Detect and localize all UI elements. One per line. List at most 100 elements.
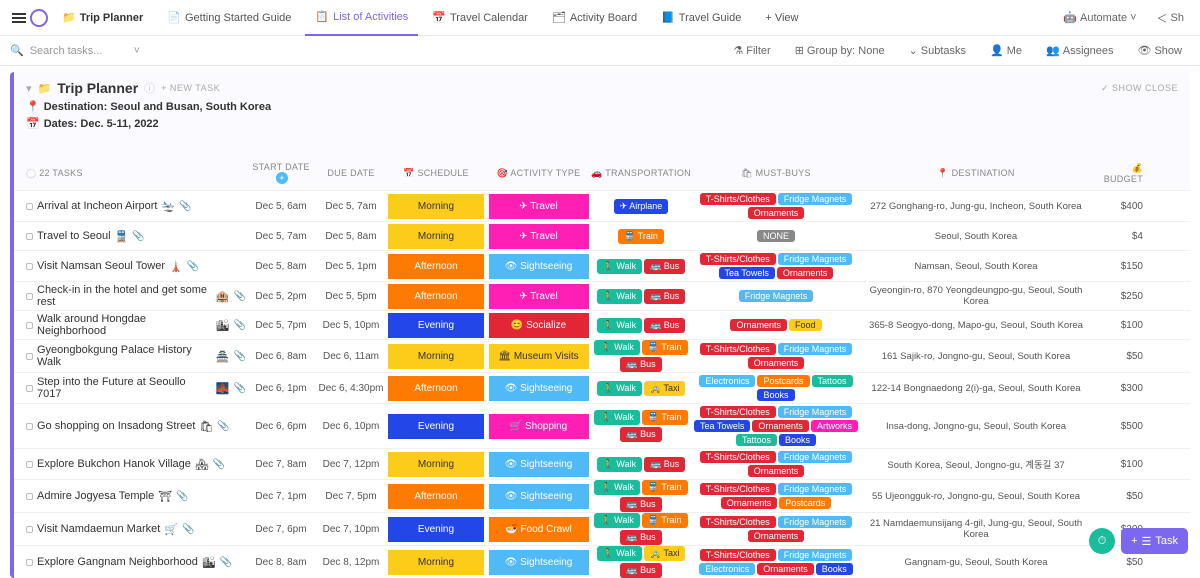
transport-cell[interactable]: 🚆 Train — [591, 229, 691, 244]
task-row[interactable]: Gyeongbokgung Palace History Walk 🏯 📎Dec… — [14, 339, 1190, 372]
transport-pill[interactable]: 🚶 Walk — [597, 318, 642, 333]
mustbuy-cell[interactable]: T-Shirts/ClothesFridge MagnetsOrnamentsP… — [691, 481, 861, 511]
transport-pill[interactable]: 🚕 Taxi — [644, 546, 686, 561]
start-date-cell[interactable]: Dec 5, 7pm — [246, 320, 316, 331]
transport-pill[interactable]: 🚶 Walk — [594, 340, 639, 355]
mustbuy-pill[interactable]: T-Shirts/Clothes — [700, 516, 776, 528]
main-tab-trip-planner[interactable]: 📁 Trip Planner — [52, 0, 153, 36]
mustbuy-pill[interactable]: Fridge Magnets — [778, 253, 853, 265]
mustbuy-pill[interactable]: Food — [789, 319, 822, 331]
destination-cell[interactable]: 161 Sajik-ro, Jongno-gu, Seoul, South Ko… — [861, 351, 1091, 362]
schedule-cell[interactable]: Morning — [386, 194, 486, 219]
start-date-cell[interactable]: Dec 6, 8am — [246, 351, 316, 362]
transport-pill[interactable]: 🚆 Train — [642, 480, 688, 495]
transport-pill[interactable]: 🚌 Bus — [620, 530, 661, 545]
status-dot[interactable] — [26, 423, 33, 430]
mustbuy-pill[interactable]: T-Shirts/Clothes — [700, 253, 776, 265]
status-dot[interactable] — [26, 385, 33, 392]
transport-pill[interactable]: 🚶 Walk — [597, 259, 642, 274]
transport-cell[interactable]: 🚶 Walk🚆 Train🚌 Bus — [591, 480, 691, 512]
task-row[interactable]: Explore Gangnam Neighborhood 🏙 📎Dec 8, 8… — [14, 545, 1190, 578]
transport-pill[interactable]: 🚶 Walk — [594, 410, 639, 425]
mustbuy-pill[interactable]: Tea Towels — [719, 267, 775, 279]
task-name-cell[interactable]: Admire Jogyesa Temple ⛩ 📎 — [26, 490, 246, 503]
attachment-icon[interactable]: 📎 — [220, 557, 232, 568]
transport-pill[interactable]: ✈ Airplane — [614, 199, 669, 214]
transport-pill[interactable]: 🚌 Bus — [644, 259, 685, 274]
task-row[interactable]: Visit Namsan Seoul Tower 🗼 📎Dec 5, 8amDe… — [14, 250, 1190, 281]
transport-pill[interactable]: 🚆 Train — [642, 410, 688, 425]
start-date-cell[interactable]: Dec 5, 6am — [246, 201, 316, 212]
mustbuy-pill[interactable]: Electronics — [699, 563, 755, 575]
task-name-cell[interactable]: Arrival at Incheon Airport 🛬 📎 — [26, 200, 246, 213]
attachment-icon[interactable]: 📎 — [182, 524, 194, 535]
due-date-cell[interactable]: Dec 5, 10pm — [316, 320, 386, 331]
activity-cell[interactable]: 👁 Sightseeing — [486, 484, 591, 509]
attachment-icon[interactable]: 📎 — [234, 291, 246, 302]
transport-cell[interactable]: 🚶 Walk🚆 Train🚌 Bus — [591, 513, 691, 545]
mustbuy-pill[interactable]: Ornaments — [757, 563, 814, 575]
start-date-cell[interactable]: Dec 8, 8am — [246, 557, 316, 568]
schedule-cell[interactable]: Morning — [386, 344, 486, 369]
transport-pill[interactable]: 🚌 Bus — [644, 318, 685, 333]
status-dot[interactable] — [26, 233, 33, 240]
due-date-cell[interactable]: Dec 5, 7am — [316, 201, 386, 212]
task-row[interactable]: Check-in in the hotel and get some rest … — [14, 281, 1190, 310]
attachment-icon[interactable]: 📎 — [213, 459, 225, 470]
mustbuy-pill[interactable]: Ornaments — [721, 497, 778, 509]
mustbuy-pill[interactable]: Fridge Magnets — [778, 343, 853, 355]
task-row[interactable]: Walk around Hongdae Neighborhood 🏙 📎Dec … — [14, 310, 1190, 339]
status-dot[interactable] — [26, 322, 33, 329]
transport-pill[interactable]: 🚌 Bus — [620, 563, 661, 578]
column-due[interactable]: DUE DATE — [316, 168, 386, 178]
task-name-cell[interactable]: Step into the Future at Seoullo 7017 🌉 📎 — [26, 376, 246, 400]
budget-cell[interactable]: $100 — [1091, 320, 1151, 331]
share-button[interactable]: ＜ Sh — [1149, 6, 1192, 30]
attachment-icon[interactable]: 📎 — [132, 231, 144, 242]
transport-pill[interactable]: 🚶 Walk — [597, 289, 642, 304]
search-input[interactable]: 🔍 Search tasks... ˅ — [10, 44, 140, 57]
tab-getting-started-guide[interactable]: 📄Getting Started Guide — [157, 0, 301, 36]
mustbuy-pill[interactable]: T-Shirts/Clothes — [700, 451, 776, 463]
new-task-button[interactable]: + NEW TASK — [161, 83, 220, 93]
budget-cell[interactable]: $4 — [1091, 231, 1151, 242]
destination-cell[interactable]: 21 Namdaemunsijang 4-gil, Jung-gu, Seoul… — [861, 518, 1091, 540]
new-task-fab[interactable]: + ☰ Task — [1121, 528, 1188, 554]
budget-cell[interactable]: $250 — [1091, 291, 1151, 302]
budget-cell[interactable]: $150 — [1091, 261, 1151, 272]
column-schedule[interactable]: 📅 SCHEDULE — [386, 168, 486, 179]
destination-cell[interactable]: South Korea, Seoul, Jongno-gu, 계동길 37 — [861, 457, 1091, 471]
column-destination[interactable]: 📍 DESTINATION — [861, 168, 1091, 179]
logo-icon[interactable] — [30, 9, 48, 27]
activity-cell[interactable]: 👁 Sightseeing — [486, 452, 591, 477]
destination-cell[interactable]: Insa-dong, Jongno-gu, Seoul, South Korea — [861, 421, 1091, 432]
due-date-cell[interactable]: Dec 5, 5pm — [316, 291, 386, 302]
status-dot[interactable] — [26, 203, 33, 210]
transport-cell[interactable]: 🚶 Walk🚕 Taxi — [591, 381, 691, 396]
mustbuy-pill[interactable]: Fridge Magnets — [778, 193, 853, 205]
mustbuy-pill[interactable]: T-Shirts/Clothes — [700, 193, 776, 205]
destination-cell[interactable]: 55 Ujeongguk-ro, Jongno-gu, Seoul, South… — [861, 491, 1091, 502]
schedule-cell[interactable]: Evening — [386, 414, 486, 439]
mustbuy-pill[interactable]: Postcards — [757, 375, 809, 387]
mustbuy-pill[interactable]: T-Shirts/Clothes — [700, 406, 776, 418]
status-dot[interactable] — [26, 353, 33, 360]
status-dot[interactable] — [26, 461, 33, 468]
transport-cell[interactable]: 🚶 Walk🚌 Bus — [591, 318, 691, 333]
mustbuy-cell[interactable]: T-Shirts/ClothesFridge MagnetsOrnaments — [691, 341, 861, 371]
mustbuy-pill[interactable]: Ornaments — [748, 357, 805, 369]
activity-cell[interactable]: 🏛 Museum Visits — [486, 344, 591, 369]
mustbuy-pill[interactable]: Electronics — [699, 375, 755, 387]
destination-cell[interactable]: 365-8 Seogyo-dong, Mapo-gu, Seoul, South… — [861, 320, 1091, 331]
show-closed-button[interactable]: ✓ SHOW CLOSE — [1101, 83, 1178, 94]
mustbuy-pill[interactable]: Books — [816, 563, 853, 575]
task-name-cell[interactable]: Check-in in the hotel and get some rest … — [26, 284, 246, 308]
destination-cell[interactable]: Seoul, South Korea — [861, 231, 1091, 242]
chevron-down-icon[interactable]: ▾ — [26, 82, 32, 95]
budget-cell[interactable]: $400 — [1091, 201, 1151, 212]
task-row[interactable]: Explore Bukchon Hanok Village 🏘 📎Dec 7, … — [14, 448, 1190, 479]
mustbuy-cell[interactable]: NONE — [691, 228, 861, 244]
transport-pill[interactable]: 🚌 Bus — [644, 289, 685, 304]
budget-cell[interactable]: $100 — [1091, 459, 1151, 470]
mustbuy-pill[interactable]: Ornaments — [730, 319, 787, 331]
